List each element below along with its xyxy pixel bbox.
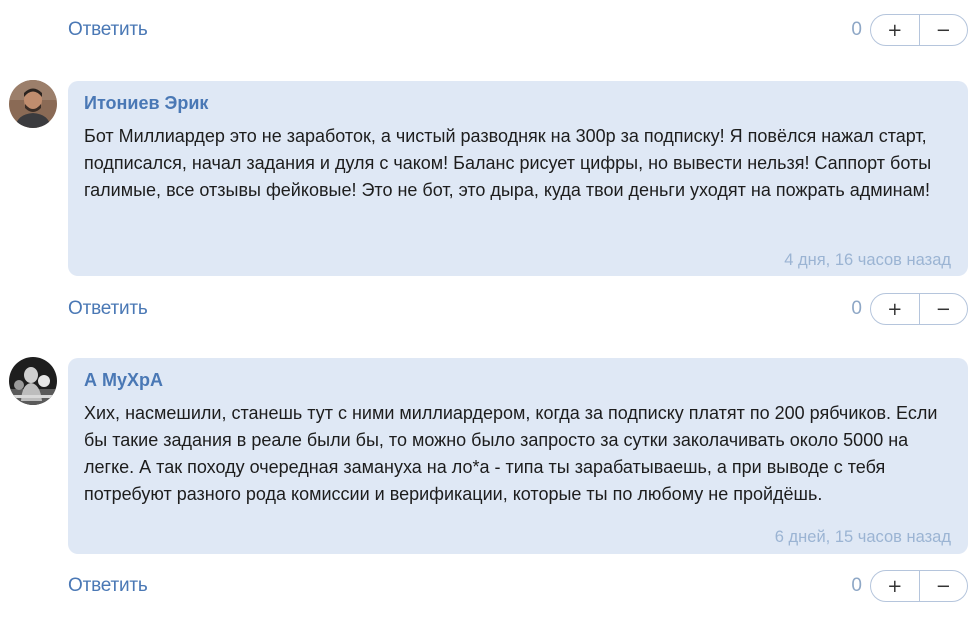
reply-row: Ответить 0 + − — [68, 293, 968, 325]
vote-buttons: + − — [870, 570, 968, 602]
vote-count: 0 — [851, 19, 862, 40]
vote-buttons: + − — [870, 14, 968, 46]
reply-link[interactable]: Ответить — [68, 298, 148, 320]
comment-text: Бот Миллиардер это не заработок, а чисты… — [84, 126, 932, 200]
downvote-button[interactable]: − — [920, 571, 968, 601]
boxer-photo-avatar-icon — [9, 357, 57, 405]
comment-card: Итониев Эрик Бот Миллиардер это не зараб… — [68, 81, 968, 276]
comment-author[interactable]: А МуХрА — [84, 370, 163, 391]
reply-link[interactable]: Ответить — [68, 19, 148, 41]
vote-count: 0 — [851, 575, 862, 596]
vote-buttons: + − — [870, 293, 968, 325]
avatar[interactable] — [9, 357, 57, 405]
comments-page: Ответить 0 + − Итониев Эрик Бот Миллиард… — [0, 0, 978, 628]
vote-count: 0 — [851, 298, 862, 319]
reply-row: Ответить 0 + − — [68, 570, 968, 602]
upvote-button[interactable]: + — [871, 15, 920, 45]
comment-author[interactable]: Итониев Эрик — [84, 93, 208, 114]
downvote-button[interactable]: − — [920, 294, 968, 324]
comment-card: А МуХрА Хих, насмешили, станешь тут с ни… — [68, 358, 968, 554]
comment-text: Хих, насмешили, станешь тут с ними милли… — [84, 403, 938, 504]
comment-timestamp[interactable]: 4 дня, 16 часов назад — [784, 251, 951, 270]
person-photo-avatar-icon — [9, 80, 57, 128]
avatar[interactable] — [9, 80, 57, 128]
reply-row-top: Ответить 0 + − — [68, 14, 968, 46]
upvote-button[interactable]: + — [871, 571, 920, 601]
comment-timestamp[interactable]: 6 дней, 15 часов назад — [775, 528, 951, 547]
reply-link[interactable]: Ответить — [68, 575, 148, 597]
upvote-button[interactable]: + — [871, 294, 920, 324]
downvote-button[interactable]: − — [920, 15, 968, 45]
